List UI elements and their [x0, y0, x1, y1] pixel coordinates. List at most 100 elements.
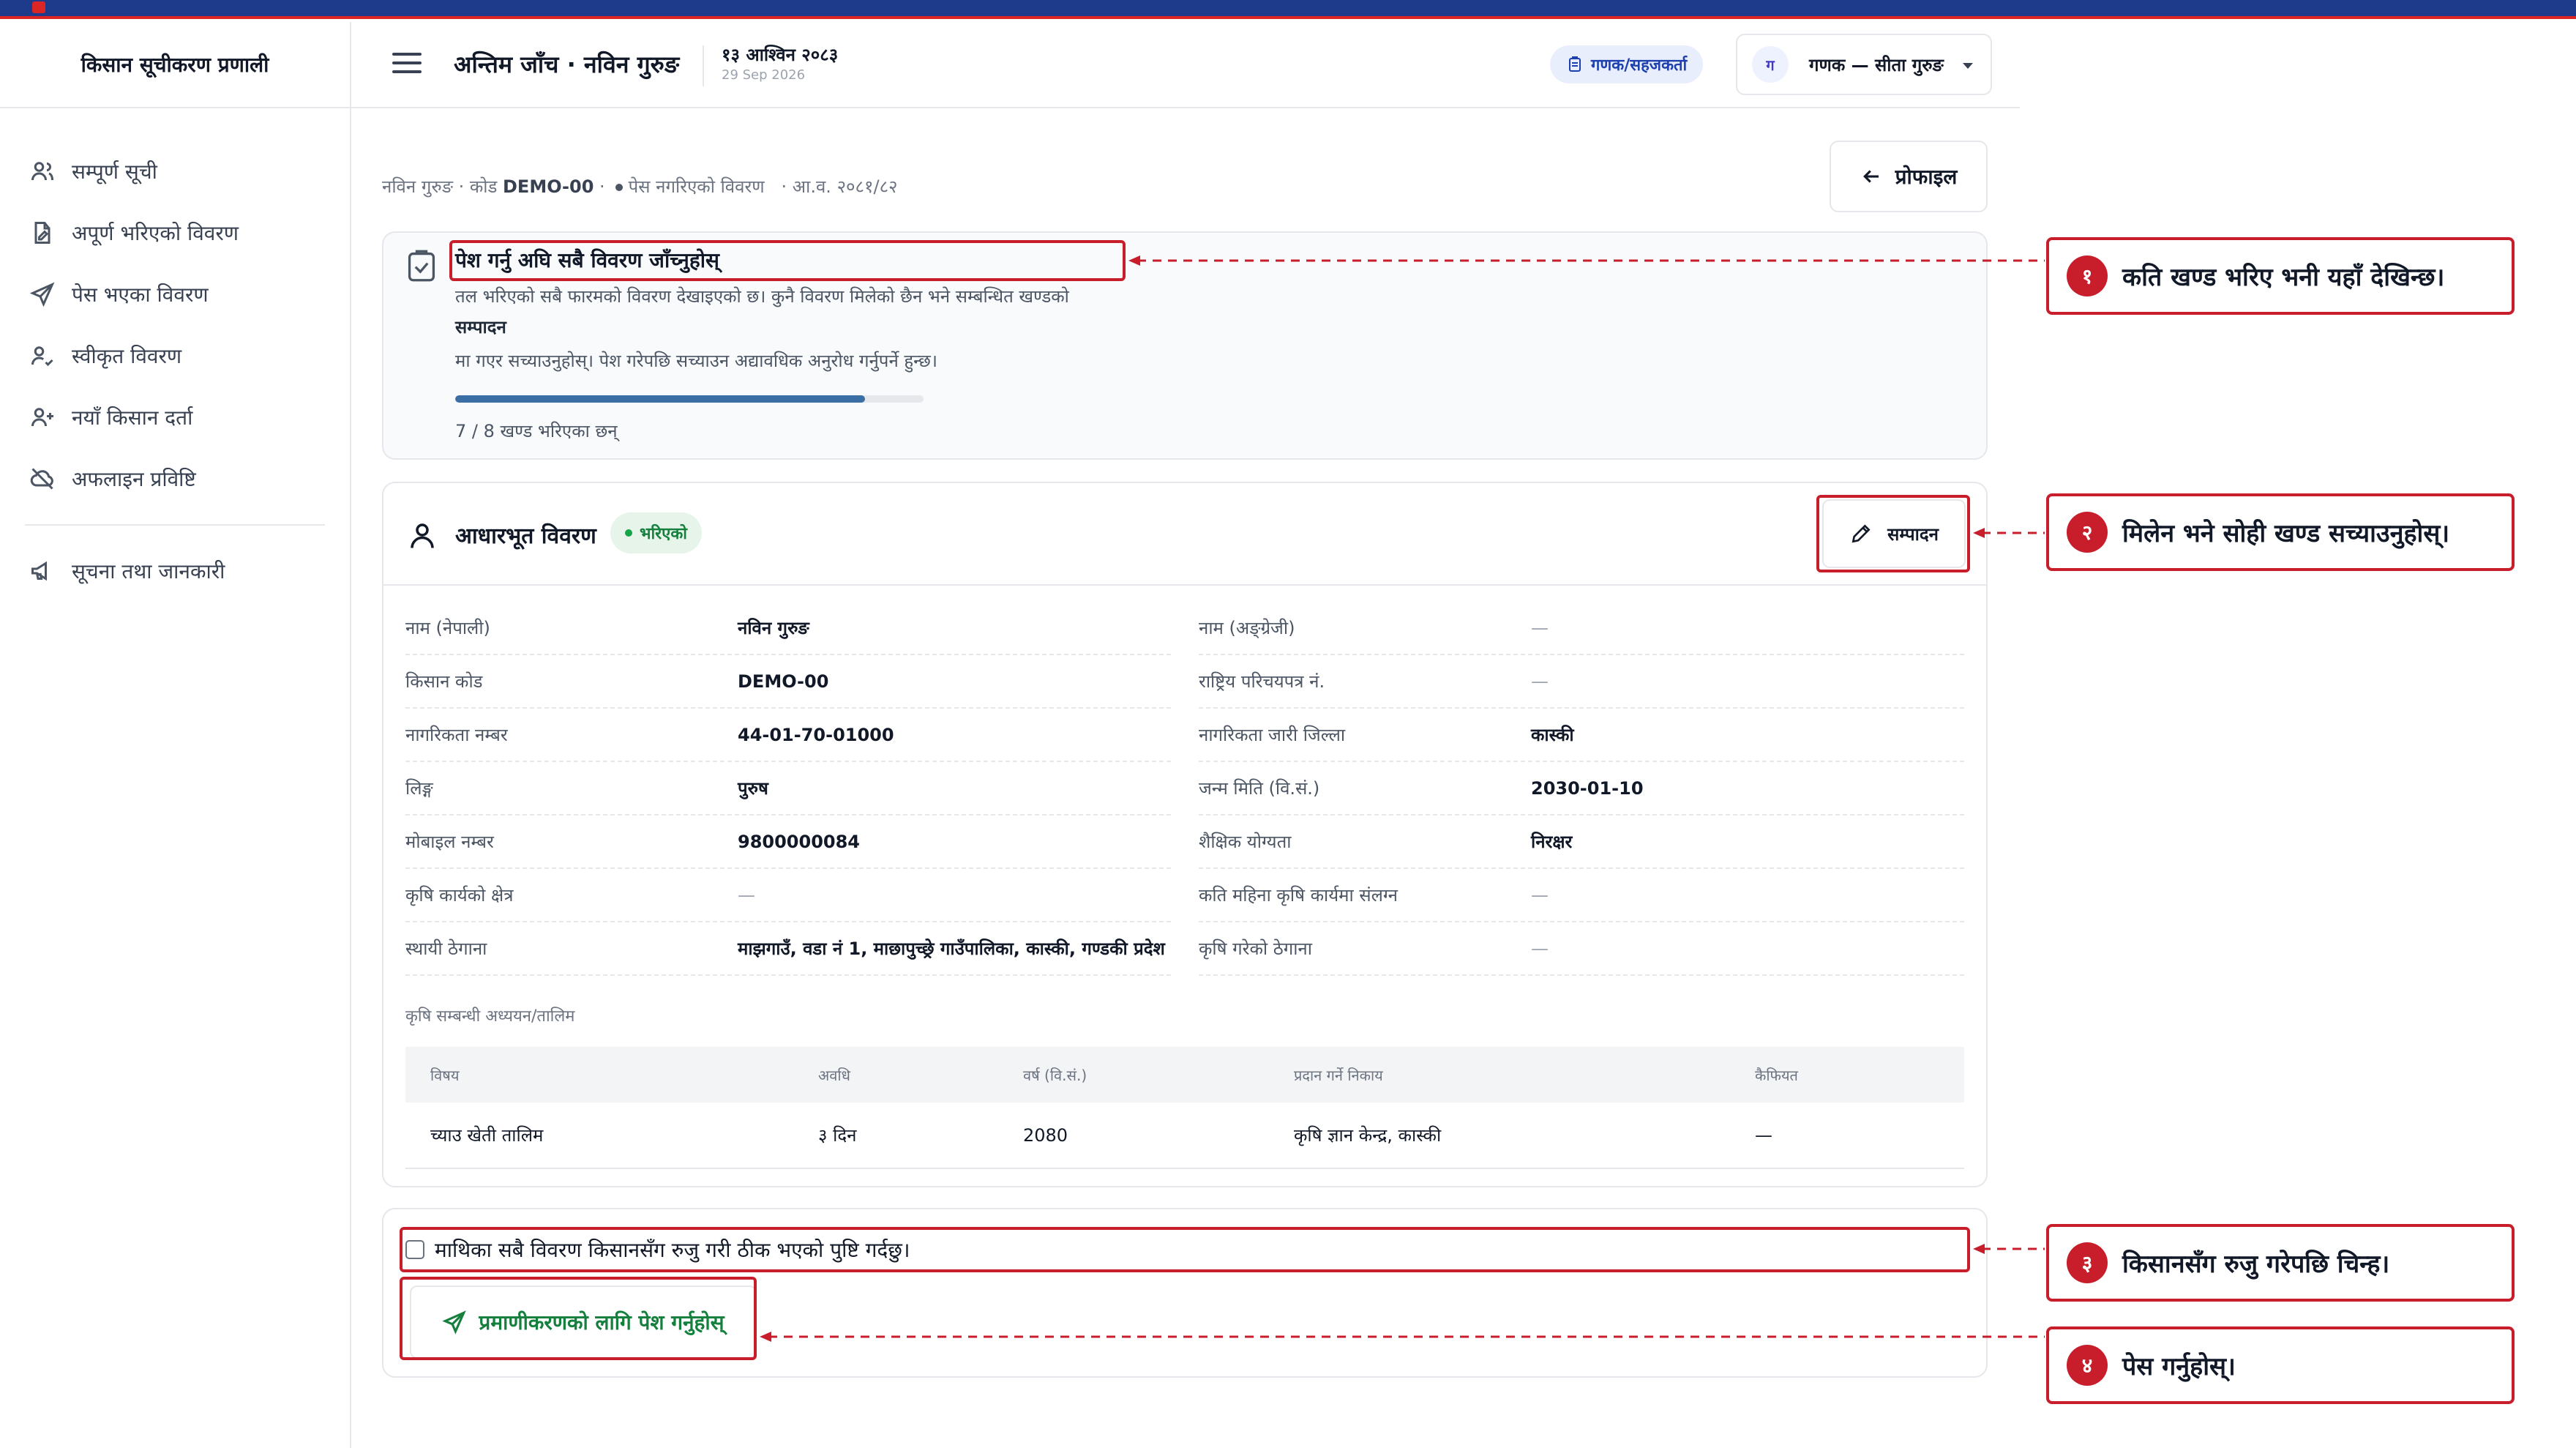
sidebar-item-notices[interactable]: सूचना तथा जानकारी [0, 540, 350, 602]
cloud-off-icon [30, 468, 53, 490]
field-cell: किसान कोड DEMO-00 [405, 655, 1171, 709]
user-menu[interactable]: ग गणक — सीता गुरुङ [1736, 34, 1992, 95]
highlight-submit-button [400, 1277, 757, 1360]
sidebar-item-offline[interactable]: अफलाइन प्रविष्टि [0, 448, 350, 510]
user-check-icon [31, 346, 53, 367]
status-dot-icon [625, 529, 632, 537]
field-label: नागरिकता जारी जिल्ला [1199, 725, 1346, 745]
field-value: नविन गुरुङ [738, 618, 809, 638]
field-value: पुरुष [738, 778, 768, 799]
annotation-3: ३ किसानसँग रुजु गरेपछि चिन्ह। [2046, 1224, 2515, 1302]
basic-details-card: आधारभूत विवरण भरिएको सम्पादन नाम (नेपाली… [382, 482, 1988, 1187]
field-cell: नाम (नेपाली) नविन गुरुङ [405, 602, 1171, 655]
field-label: कृषि कार्यको क्षेत्र [405, 885, 514, 906]
annotation-text: मिलेन भने सोही खण्ड सच्याउनुहोस्। [2122, 519, 2450, 548]
field-row: नागरिकता नम्बर 44-01-70-01000 नागरिकता जार… [405, 709, 1964, 762]
highlight-review-title [449, 240, 1126, 281]
field-value: DEMO-00 [738, 671, 829, 692]
highlight-edit-button [1816, 495, 1970, 572]
sidebar-item-label: अफलाइन प्रविष्टि [72, 467, 196, 491]
field-label: नागरिकता नम्बर [405, 725, 508, 745]
field-label: राष्ट्रिय परिचयपत्र नं. [1199, 671, 1325, 692]
sidebar-item-incomplete[interactable]: अपूर्ण भरिएको विवरण [0, 202, 350, 264]
annotation-number: ४ [2067, 1345, 2108, 1386]
profile-button-label: प्रोफाइल [1895, 165, 1958, 189]
field-row: स्थायी ठेगाना माझगाउँ, वडा नं 1, माछापुच्… [405, 922, 1964, 976]
basic-details-title: आधारभूत विवरण [455, 523, 596, 549]
table-header-cell: अवधि [793, 1047, 998, 1102]
breadcrumb-separator: · [594, 176, 605, 197]
table-cell: 2080 [998, 1102, 1269, 1169]
table-cell: कृषि ज्ञान केन्द्र, कास्की [1269, 1102, 1730, 1169]
field-row: लिङ्ग पुरुष जन्म मिति (वि.सं.) 2030-01-10 [405, 762, 1964, 816]
field-label: मोबाइल नम्बर [405, 832, 494, 852]
section-progress-bar [455, 395, 924, 403]
field-cell: नागरिकता जारी जिल्ला कास्की [1199, 709, 1964, 762]
sidebar-divider [25, 524, 325, 526]
sidebar-item-all-list[interactable]: सम्पूर्ण सूची [0, 141, 350, 202]
highlight-confirm-row [400, 1227, 1970, 1272]
breadcrumb-name: नविन गुरुङ · कोड [382, 176, 498, 197]
field-row: कृषि कार्यको क्षेत्र — कति महिना कृषि कार्… [405, 869, 1964, 922]
field-cell: शैक्षिक योग्यता निरक्षर [1199, 816, 1964, 869]
progress-fill [455, 395, 865, 403]
send-icon [29, 282, 55, 307]
field-value: — [1531, 671, 1549, 692]
user-plus-icon [31, 408, 53, 427]
table-row: च्याउ खेती तालिम ३ दिन 2080 कृषि ज्ञान केन्… [405, 1102, 1964, 1169]
field-label: जन्म मिति (वि.सं.) [1199, 778, 1320, 799]
user-name: गणक — सीता गुरुङ [1809, 54, 1944, 75]
field-cell: राष्ट्रिय परिचयपत्र नं. — [1199, 655, 1964, 709]
top-header: अन्तिम जाँच · नविन गुरुङ १३ आश्विन २०८३ … [351, 22, 2020, 108]
clipboard-icon [1569, 56, 1581, 72]
sidebar-item-label: सम्पूर्ण सूची [72, 160, 157, 184]
field-cell: कृषि गरेको ठेगाना — [1199, 922, 1964, 976]
sidebar-item-submitted[interactable]: पेस भएका विवरण [0, 264, 350, 325]
breadcrumb-status: पेस नगरिएको विवरण [628, 176, 765, 197]
table-header-cell: विषय [405, 1047, 793, 1102]
annotation-number: १ [2067, 255, 2108, 296]
sidebar-item-label: सूचना तथा जानकारी [72, 559, 225, 583]
sidebar-item-label: अपूर्ण भरिएको विवरण [72, 221, 239, 245]
basic-details-fields: नाम (नेपाली) नविन गुरुङ नाम (अङ्ग्रेजी) — कि… [405, 602, 1964, 976]
profile-back-button[interactable]: प्रोफाइल [1830, 141, 1988, 212]
menu-icon[interactable] [392, 53, 422, 76]
breadcrumb: नविन गुरुङ · कोड DEMO-00 · पेस नगरिएको वि… [382, 174, 898, 198]
annotation-number: ३ [2067, 1242, 2108, 1283]
sidebar-item-approved[interactable]: स्वीकृत विवरण [0, 325, 350, 387]
training-table: विषय अवधि वर्ष (वि.सं.) प्रदान गर्ने निकाय क… [405, 1047, 1964, 1169]
breadcrumb-code: DEMO-00 [503, 176, 594, 197]
role-badge: गणक/सहजकर्ता [1550, 45, 1704, 83]
field-value: — [738, 884, 755, 906]
table-header-cell: प्रदान गर्ने निकाय [1269, 1047, 1730, 1102]
table-header-cell: वर्ष (वि.सं.) [998, 1047, 1269, 1102]
clipboard-check-icon [408, 250, 435, 282]
review-description-bold: सम्पादन [455, 317, 506, 337]
annotation-4: ४ पेस गर्नुहोस्। [2046, 1326, 2515, 1404]
basic-details-header: आधारभूत विवरण भरिएको सम्पादन [383, 483, 1986, 586]
status-label: भरिएको [640, 525, 687, 543]
training-table-header: विषय अवधि वर्ष (वि.सं.) प्रदान गर्ने निकाय क… [405, 1047, 1964, 1102]
field-cell: कति महिना कृषि कार्यमा संलग्न — [1199, 869, 1964, 922]
window-title-strip [0, 0, 2576, 19]
document-edit-icon [34, 222, 50, 244]
field-value: 9800000084 [738, 831, 860, 852]
users-icon [31, 162, 53, 181]
field-value: 2030-01-10 [1531, 777, 1644, 799]
annotation-1: १ कति खण्ड भरिए भनी यहाँ देखिन्छ। [2046, 237, 2515, 315]
sidebar: किसान सूचीकरण प्रणाली सम्पूर्ण सूची अपूर… [0, 22, 351, 1448]
field-value: — [1531, 617, 1549, 638]
field-cell: मोबाइल नम्बर 9800000084 [405, 816, 1171, 869]
review-description-2: मा गएर सच्याउनुहोस्। पेश गरेपछि सच्याउन … [455, 351, 937, 371]
sidebar-item-new-farmer[interactable]: नयाँ किसान दर्ता [0, 387, 350, 448]
field-label: किसान कोड [405, 671, 483, 692]
field-cell: स्थायी ठेगाना माझगाउँ, वडा नं 1, माछापुच्… [405, 922, 1171, 976]
field-label: शैक्षिक योग्यता [1199, 832, 1292, 852]
annotation-2: २ मिलेन भने सोही खण्ड सच्याउनुहोस्। [2046, 493, 2515, 571]
table-header-cell: कैफियत [1730, 1047, 1964, 1102]
field-cell: लिङ्ग पुरुष [405, 762, 1171, 816]
field-value: माझगाउँ, वडा नं 1, माछापुच्छ्रे गाउँपालि… [738, 938, 1165, 959]
date-nepali: १३ आश्विन २०८३ [722, 45, 839, 65]
status-badge: भरिएको [610, 512, 702, 553]
review-description-text: तल भरिएको सबै फारमको विवरण देखाइएको छ। क… [455, 286, 1069, 307]
